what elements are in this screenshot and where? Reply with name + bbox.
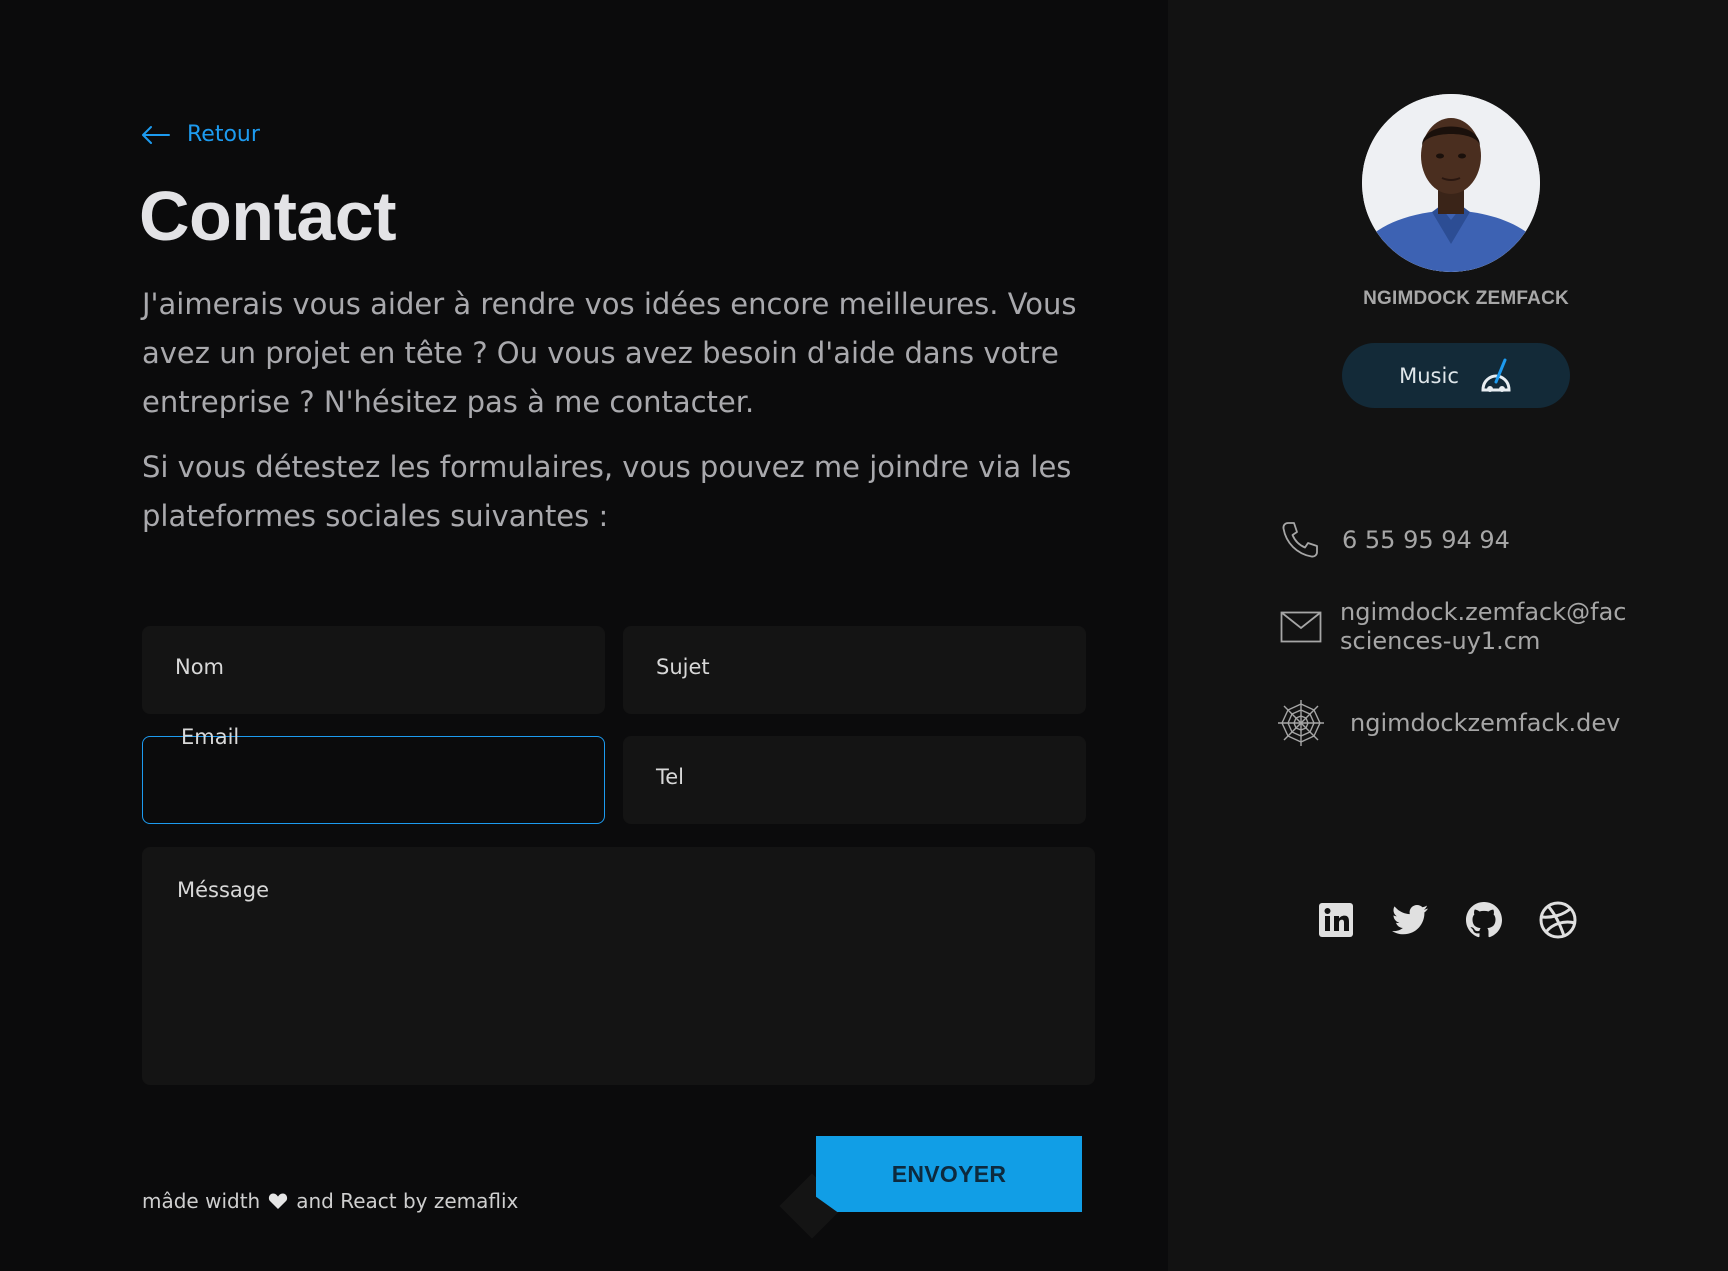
phone-icon (1282, 522, 1318, 558)
tel-input[interactable] (624, 737, 1085, 823)
avatar (1362, 94, 1540, 272)
github-icon[interactable] (1464, 900, 1504, 940)
profile-photo (1362, 94, 1540, 272)
back-link[interactable]: Retour (141, 122, 260, 147)
website-info[interactable]: ngimdockzemfack.dev (1276, 698, 1620, 748)
mail-icon (1280, 611, 1322, 643)
sujet-input[interactable] (624, 627, 1085, 713)
footer-text-before: mâde width (142, 1189, 261, 1213)
back-label: Retour (187, 122, 260, 147)
page-title: Contact (139, 177, 397, 255)
message-input[interactable] (143, 848, 1094, 1084)
sujet-field[interactable]: Sujet (623, 626, 1086, 714)
heart-icon (269, 1193, 288, 1209)
nom-input[interactable] (143, 627, 604, 713)
tel-field[interactable]: Tel (623, 736, 1086, 824)
message-field[interactable]: Méssage (142, 847, 1095, 1085)
email-field[interactable]: Email (142, 725, 605, 824)
phone-info[interactable]: 6 55 95 94 94 (1280, 520, 1510, 560)
email-info[interactable]: ngimdock.zemfack@facsciences-uy1.cm (1280, 598, 1630, 656)
intro-paragraph-2: Si vous détestez les formulaires, vous p… (142, 450, 1072, 533)
send-button[interactable]: ENVOYER (816, 1136, 1082, 1212)
social-links (1316, 900, 1578, 940)
main-panel: Retour Contact J'aimerais vous aider à r… (0, 0, 1168, 1271)
music-label: Music (1399, 363, 1459, 388)
email-input[interactable] (143, 737, 604, 823)
footer-credit: mâde width and React by zemaflix (142, 1189, 518, 1213)
intro-paragraph-1: J'aimerais vous aider à rendre vos idées… (142, 287, 1077, 419)
music-player-icon (1481, 358, 1511, 392)
intro-text: J'aimerais vous aider à rendre vos idées… (142, 280, 1092, 541)
spiderweb-icon (1278, 700, 1324, 746)
arrow-left-icon (142, 125, 170, 144)
website-url: ngimdockzemfack.dev (1350, 709, 1621, 737)
twitter-icon[interactable] (1390, 900, 1430, 940)
phone-number: 6 55 95 94 94 (1342, 526, 1510, 554)
music-button[interactable]: Music (1342, 343, 1570, 408)
linkedin-icon[interactable] (1316, 900, 1356, 940)
dribbble-icon[interactable] (1538, 900, 1578, 940)
footer-text-after: and React by zemaflix (296, 1189, 519, 1213)
email-address: ngimdock.zemfack@facsciences-uy1.cm (1340, 598, 1627, 655)
nom-field[interactable]: Nom (142, 626, 605, 714)
profile-name: NGIMDOCK ZEMFACK (1363, 288, 1569, 309)
